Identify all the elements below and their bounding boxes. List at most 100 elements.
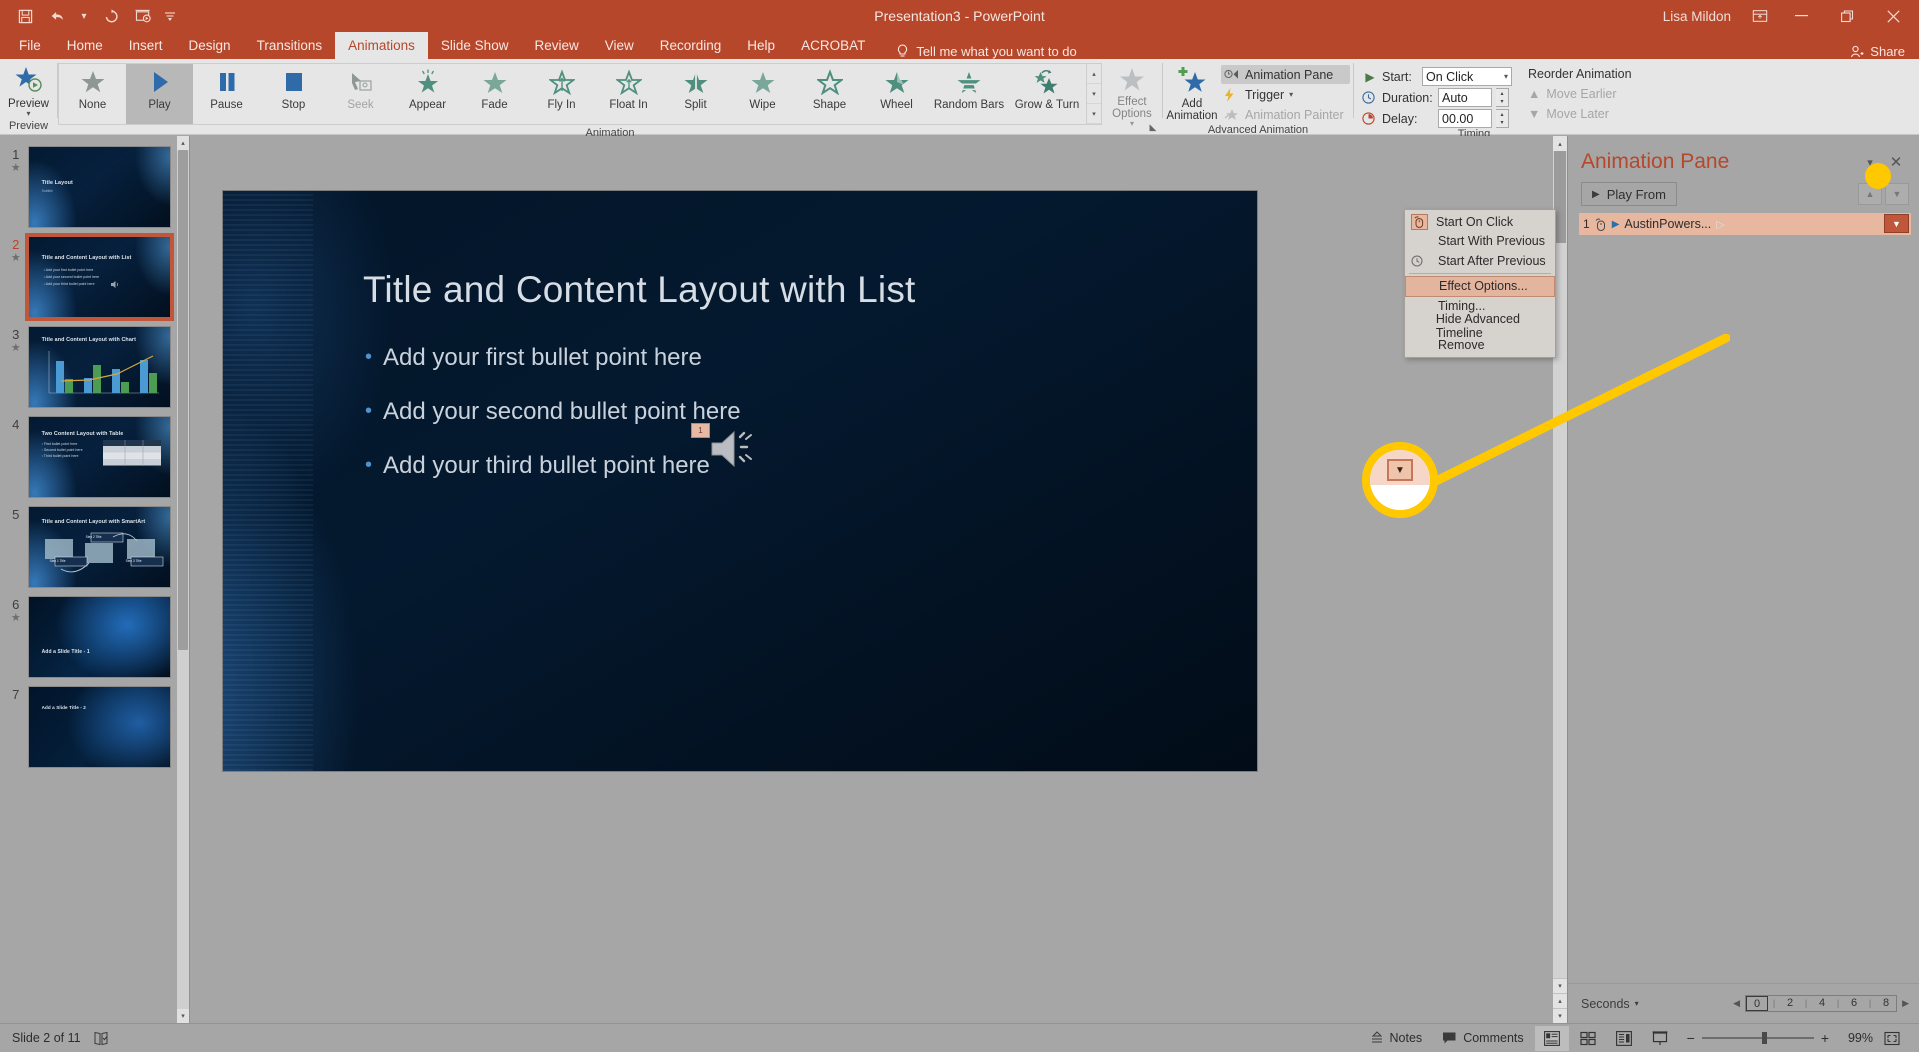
tab-recording[interactable]: Recording <box>647 32 735 59</box>
audio-speaker-icon[interactable] <box>710 428 764 470</box>
delay-spin-up[interactable]: ▴ <box>1496 110 1508 119</box>
animation-pane-toggle[interactable]: Animation Pane <box>1221 65 1350 84</box>
tab-design[interactable]: Design <box>176 32 244 59</box>
gallery-more-button[interactable]: ▾ <box>1087 104 1101 124</box>
animation-star-icon[interactable]: ★ <box>4 162 28 175</box>
tell-me-search[interactable]: Tell me what you want to do <box>896 44 1077 59</box>
menu-item-start-after-previous[interactable]: Start After Previous <box>1405 251 1555 271</box>
comments-button[interactable]: Comments <box>1433 1026 1532 1051</box>
tab-animations[interactable]: Animations <box>335 32 428 59</box>
reading-view-button[interactable] <box>1607 1026 1641 1051</box>
animation-wheel[interactable]: Wheel <box>863 64 930 124</box>
delay-spin-down[interactable]: ▾ <box>1496 118 1508 127</box>
share-button[interactable]: Share <box>1850 44 1919 59</box>
thumbnail-slide-2[interactable]: Title and Content Layout with List Add y… <box>24 233 175 321</box>
menu-item-hide-advanced-timeline[interactable]: Hide Advanced Timeline <box>1405 312 1555 340</box>
tab-view[interactable]: View <box>592 32 647 59</box>
timeline-scroll-right-icon[interactable]: ▶ <box>1900 998 1911 1009</box>
preview-button[interactable]: Preview ▾ <box>0 62 57 118</box>
zoom-handle[interactable] <box>1761 1032 1767 1044</box>
undo-icon[interactable] <box>42 3 72 29</box>
animation-random-bars[interactable]: Random Bars <box>930 64 1008 124</box>
animation-star-icon[interactable]: ★ <box>4 342 28 355</box>
duration-spin-down[interactable]: ▾ <box>1496 97 1508 106</box>
normal-view-button[interactable] <box>1534 1025 1569 1051</box>
minimize-button[interactable] <box>1779 0 1823 32</box>
move-animation-down-button[interactable]: ▼ <box>1885 183 1909 205</box>
preview-caret-icon[interactable]: ▾ <box>26 110 30 118</box>
delay-input[interactable]: 00.00 <box>1438 109 1492 128</box>
thumbnail-slide-6[interactable]: Add a Slide Title - 1 <box>27 596 171 678</box>
restore-button[interactable] <box>1825 0 1869 32</box>
next-slide-button[interactable]: ▾ <box>1553 1008 1567 1023</box>
delay-spinner[interactable]: ▴ ▾ <box>1496 109 1509 128</box>
ribbon-display-options-icon[interactable] <box>1743 1 1777 31</box>
menu-item-start-on-click[interactable]: Start On Click <box>1405 212 1555 232</box>
fit-slide-to-window-button[interactable] <box>1875 1026 1909 1051</box>
move-earlier-button[interactable]: ▲ Move Earlier <box>1528 85 1632 103</box>
animation-star-icon[interactable]: ★ <box>4 252 28 265</box>
animation-order-badge[interactable]: 1 <box>691 423 710 438</box>
animation-painter-button[interactable]: Animation Painter <box>1221 105 1350 124</box>
thumbnail-slide-4[interactable]: Two Content Layout with Table First bull… <box>27 416 171 498</box>
menu-item-effect-options[interactable]: Effect Options... <box>1405 275 1555 297</box>
add-animation-button[interactable]: Add Animation <box>1163 62 1221 122</box>
slide-indicator[interactable]: Slide 2 of 11 <box>12 1031 81 1045</box>
slide-content-placeholder[interactable]: • Add your first bullet point here • Add… <box>365 344 741 506</box>
trigger-button[interactable]: Trigger ▾ <box>1221 85 1350 104</box>
zoom-track[interactable] <box>1701 1032 1814 1044</box>
play-from-button[interactable]: ▶ Play From <box>1581 182 1677 206</box>
thumbnail-slide-7[interactable]: Add a Slide Title - 2 <box>27 686 171 768</box>
effect-options-caret-icon[interactable]: ▾ <box>1130 120 1134 128</box>
animation-effect-dropdown-caret[interactable]: ▼ <box>1884 214 1909 233</box>
animation-float-in[interactable]: Float In <box>595 64 662 124</box>
animation-wipe[interactable]: Wipe <box>729 64 796 124</box>
timeline-scale[interactable]: 0 | 2 | 4 | 6 | 8 <box>1745 995 1898 1012</box>
zoom-slider[interactable]: − + <box>1687 1030 1829 1046</box>
undo-dropdown-caret[interactable]: ▾ <box>74 3 94 29</box>
previous-slide-button[interactable]: ▴ <box>1553 993 1567 1008</box>
slide-show-view-button[interactable] <box>1643 1026 1677 1051</box>
thumbnail-slide-3[interactable]: Title and Content Layout with Chart <box>27 326 171 408</box>
seconds-dropdown[interactable]: Seconds ▾ <box>1581 997 1639 1011</box>
start-from-beginning-icon[interactable] <box>128 3 158 29</box>
thumbnail-scroll-down[interactable]: ▾ <box>177 1009 189 1023</box>
animation-fade[interactable]: Fade <box>461 64 528 124</box>
timeline-scroll-left-icon[interactable]: ◀ <box>1731 998 1742 1009</box>
tab-insert[interactable]: Insert <box>116 32 176 59</box>
tab-help[interactable]: Help <box>734 32 788 59</box>
tab-acrobat[interactable]: ACROBAT <box>788 32 878 59</box>
animation-stop[interactable]: Stop <box>260 64 327 124</box>
animation-star-icon[interactable]: ★ <box>4 612 28 625</box>
menu-item-start-with-previous[interactable]: Start With Previous <box>1405 232 1555 252</box>
animation-pause[interactable]: Pause <box>193 64 260 124</box>
start-dropdown[interactable]: On Click ▾ <box>1422 67 1512 86</box>
slide-scroll-up[interactable]: ▴ <box>1553 136 1567 151</box>
thumbnail-scroll-up[interactable]: ▴ <box>177 136 189 150</box>
current-slide[interactable]: Title and Content Layout with List • Add… <box>223 191 1257 771</box>
slide-title-placeholder[interactable]: Title and Content Layout with List <box>363 269 916 311</box>
duration-spinner[interactable]: ▴ ▾ <box>1496 88 1509 107</box>
gallery-scroll-up[interactable]: ▴ <box>1087 64 1101 84</box>
close-button[interactable] <box>1871 0 1915 32</box>
animation-fly-in[interactable]: Fly In <box>528 64 595 124</box>
animation-appear[interactable]: Appear <box>394 64 461 124</box>
accessibility-checker-icon[interactable] <box>93 1031 109 1046</box>
thumbnail-scrollbar[interactable]: ▴ ▾ <box>177 136 189 1023</box>
effect-options-button[interactable]: Effect Options ▾ <box>1102 62 1162 128</box>
thumbnail-slide-1[interactable]: Title Layout Subtitle <box>27 146 171 228</box>
tab-slide-show[interactable]: Slide Show <box>428 32 522 59</box>
tab-home[interactable]: Home <box>54 32 116 59</box>
animation-seek[interactable]: Seek <box>327 64 394 124</box>
move-later-button[interactable]: ▼ Move Later <box>1528 105 1632 123</box>
zoom-out-button[interactable]: − <box>1687 1030 1695 1046</box>
animation-play[interactable]: Play <box>126 64 193 124</box>
notes-button[interactable]: Notes <box>1361 1026 1432 1051</box>
thumbnail-scroll-handle[interactable] <box>178 150 188 650</box>
thumbnail-slide-5[interactable]: Title and Content Layout with SmartArt S… <box>27 506 171 588</box>
gallery-scroll-down[interactable]: ▾ <box>1087 84 1101 104</box>
animation-shape[interactable]: Shape <box>796 64 863 124</box>
zoom-percentage[interactable]: 99% <box>1839 1031 1873 1045</box>
tab-file[interactable]: File <box>6 32 54 59</box>
user-account-name[interactable]: Lisa Mildon <box>1653 9 1741 24</box>
